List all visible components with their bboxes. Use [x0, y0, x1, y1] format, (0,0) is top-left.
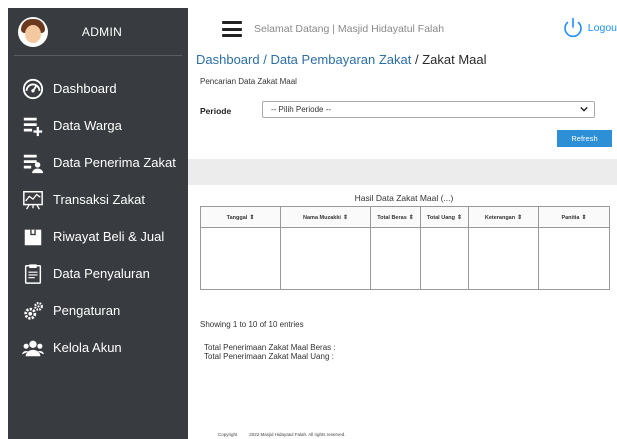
column-header-total-uang[interactable]: Total Uang ⇕ [420, 206, 469, 228]
sidebar-header: ADMIN [14, 8, 182, 56]
clipboard-icon [22, 263, 44, 285]
results-title: Hasil Data Zakat Maal (...) [354, 193, 454, 203]
column-header-panitia[interactable]: Panitia ⇕ [538, 206, 610, 228]
total-beras-label: Total Penerimaan Zakat Maal Beras : [204, 343, 336, 352]
sidebar-item-pengaturan[interactable]: Pengaturan [8, 292, 188, 329]
chart-board-icon [22, 189, 44, 211]
sidebar-item-transaksi-zakat[interactable]: Transaksi Zakat [8, 181, 188, 218]
logout-button[interactable]: Logou [561, 16, 617, 40]
footer: Copyright 2022 Masjid Hidayatul Falah. Al… [218, 432, 346, 437]
section-divider [188, 159, 617, 185]
table-cell [538, 227, 610, 290]
column-header-nama-muzakki[interactable]: Nama Muzakki ⇕ [280, 206, 371, 228]
refresh-button[interactable]: Refresh [557, 130, 612, 147]
sort-icon: ⇕ [249, 214, 255, 221]
hamburger-menu-icon[interactable] [222, 21, 242, 37]
sidebar: ADMIN Dashboard Data Warga Data Penerima… [8, 8, 188, 439]
logout-label: Logou [587, 22, 617, 34]
sidebar-item-data-warga[interactable]: Data Warga [8, 107, 188, 144]
column-header-keterangan[interactable]: Keterangan ⇕ [468, 206, 539, 228]
users-icon [22, 337, 44, 359]
list-add-icon [22, 115, 44, 137]
entries-info: Showing 1 to 10 of 10 entries [200, 320, 304, 329]
breadcrumb-pembayaran-zakat[interactable]: Data Pembayaran Zakat [270, 52, 411, 67]
total-uang-label: Total Penerimaan Zakat Maal Uang : [204, 352, 334, 361]
column-label: Nama Muzakki [303, 214, 341, 221]
table-cell [200, 227, 281, 290]
table-row [200, 227, 610, 290]
sidebar-item-data-penerima-zakat[interactable]: Data Penerima Zakat [8, 144, 188, 181]
sidebar-item-label: Kelola Akun [53, 340, 122, 355]
table-cell [468, 227, 539, 290]
sidebar-item-riwayat-beli-jual[interactable]: Riwayat Beli & Jual [8, 218, 188, 255]
breadcrumb-separator: / [411, 52, 423, 67]
column-label: Keterangan [484, 214, 516, 221]
column-label: Total Beras [377, 214, 407, 221]
search-panel: Pencarian Data Zakat Maal Periode -- Pil… [196, 74, 612, 156]
table-cell [420, 227, 469, 290]
admin-label: ADMIN [81, 24, 123, 39]
column-label: Panitia [561, 214, 580, 221]
chevron-down-icon [580, 106, 588, 112]
sort-icon: ⇕ [581, 214, 587, 221]
periode-selected-value: -- Pilih Periode -- [271, 105, 332, 114]
sidebar-item-label: Pengaturan [53, 303, 121, 318]
sort-icon: ⇕ [456, 214, 463, 221]
table-cell [370, 227, 421, 290]
welcome-text: Selamat Datang | Masjid Hidayatul Falah [254, 23, 445, 35]
sidebar-item-label: Riwayat Beli & Jual [53, 229, 165, 244]
periode-select[interactable]: -- Pilih Periode -- [262, 101, 595, 118]
box-icon [22, 226, 44, 248]
column-header-total-beras[interactable]: Total Beras ⇕ [370, 206, 421, 228]
sidebar-item-label: Transaksi Zakat [53, 192, 145, 207]
column-header-tanggal[interactable]: Tanggal ⇕ [200, 206, 281, 228]
dashboard-gauge-icon [22, 78, 44, 100]
sidebar-item-label: Dashboard [53, 81, 117, 96]
table-cell [280, 227, 371, 290]
sidebar-item-data-penyaluran[interactable]: Data Penyaluran [8, 255, 188, 292]
gears-icon [22, 300, 44, 322]
column-label: Tanggal [226, 214, 248, 221]
avatar[interactable] [18, 16, 48, 47]
power-icon [564, 17, 582, 38]
periode-label: Periode [200, 106, 232, 116]
top-bar: Selamat Datang | Masjid Hidayatul Falah … [188, 8, 617, 50]
sort-icon: ⇕ [342, 214, 348, 221]
list-user-icon [22, 152, 44, 174]
breadcrumb-dashboard[interactable]: Dashboard [196, 52, 260, 67]
sidebar-item-label: Data Warga [53, 118, 122, 133]
column-label: Total Uang [426, 214, 455, 221]
sort-icon: ⇕ [517, 214, 523, 221]
table-header-row: Tanggal ⇕ Nama Muzakki ⇕ Total Beras ⇕ Tota… [200, 206, 610, 228]
totals-summary: Total Penerimaan Zakat Maal Beras : Tota… [204, 343, 336, 361]
breadcrumb-separator: / [259, 52, 271, 67]
sort-icon: ⇕ [408, 214, 414, 221]
footer-copyright: Copyright [218, 432, 238, 437]
search-panel-title: Pencarian Data Zakat Maal [200, 77, 297, 86]
results-table: Tanggal ⇕ Nama Muzakki ⇕ Total Beras ⇕ Tota… [200, 206, 610, 290]
breadcrumb: Dashboard / Data Pembayaran Zakat / Zaka… [196, 52, 487, 67]
sidebar-item-kelola-akun[interactable]: Kelola Akun [8, 329, 188, 366]
sidebar-item-dashboard[interactable]: Dashboard [8, 70, 188, 107]
breadcrumb-current: Zakat Maal [422, 52, 487, 67]
sidebar-item-label: Data Penerima Zakat [53, 155, 176, 170]
sidebar-menu: Dashboard Data Warga Data Penerima Zakat… [8, 70, 188, 366]
footer-text: 2022 Masjid Hidayatul Falah. All rights … [249, 432, 346, 437]
sidebar-item-label: Data Penyaluran [53, 266, 150, 281]
